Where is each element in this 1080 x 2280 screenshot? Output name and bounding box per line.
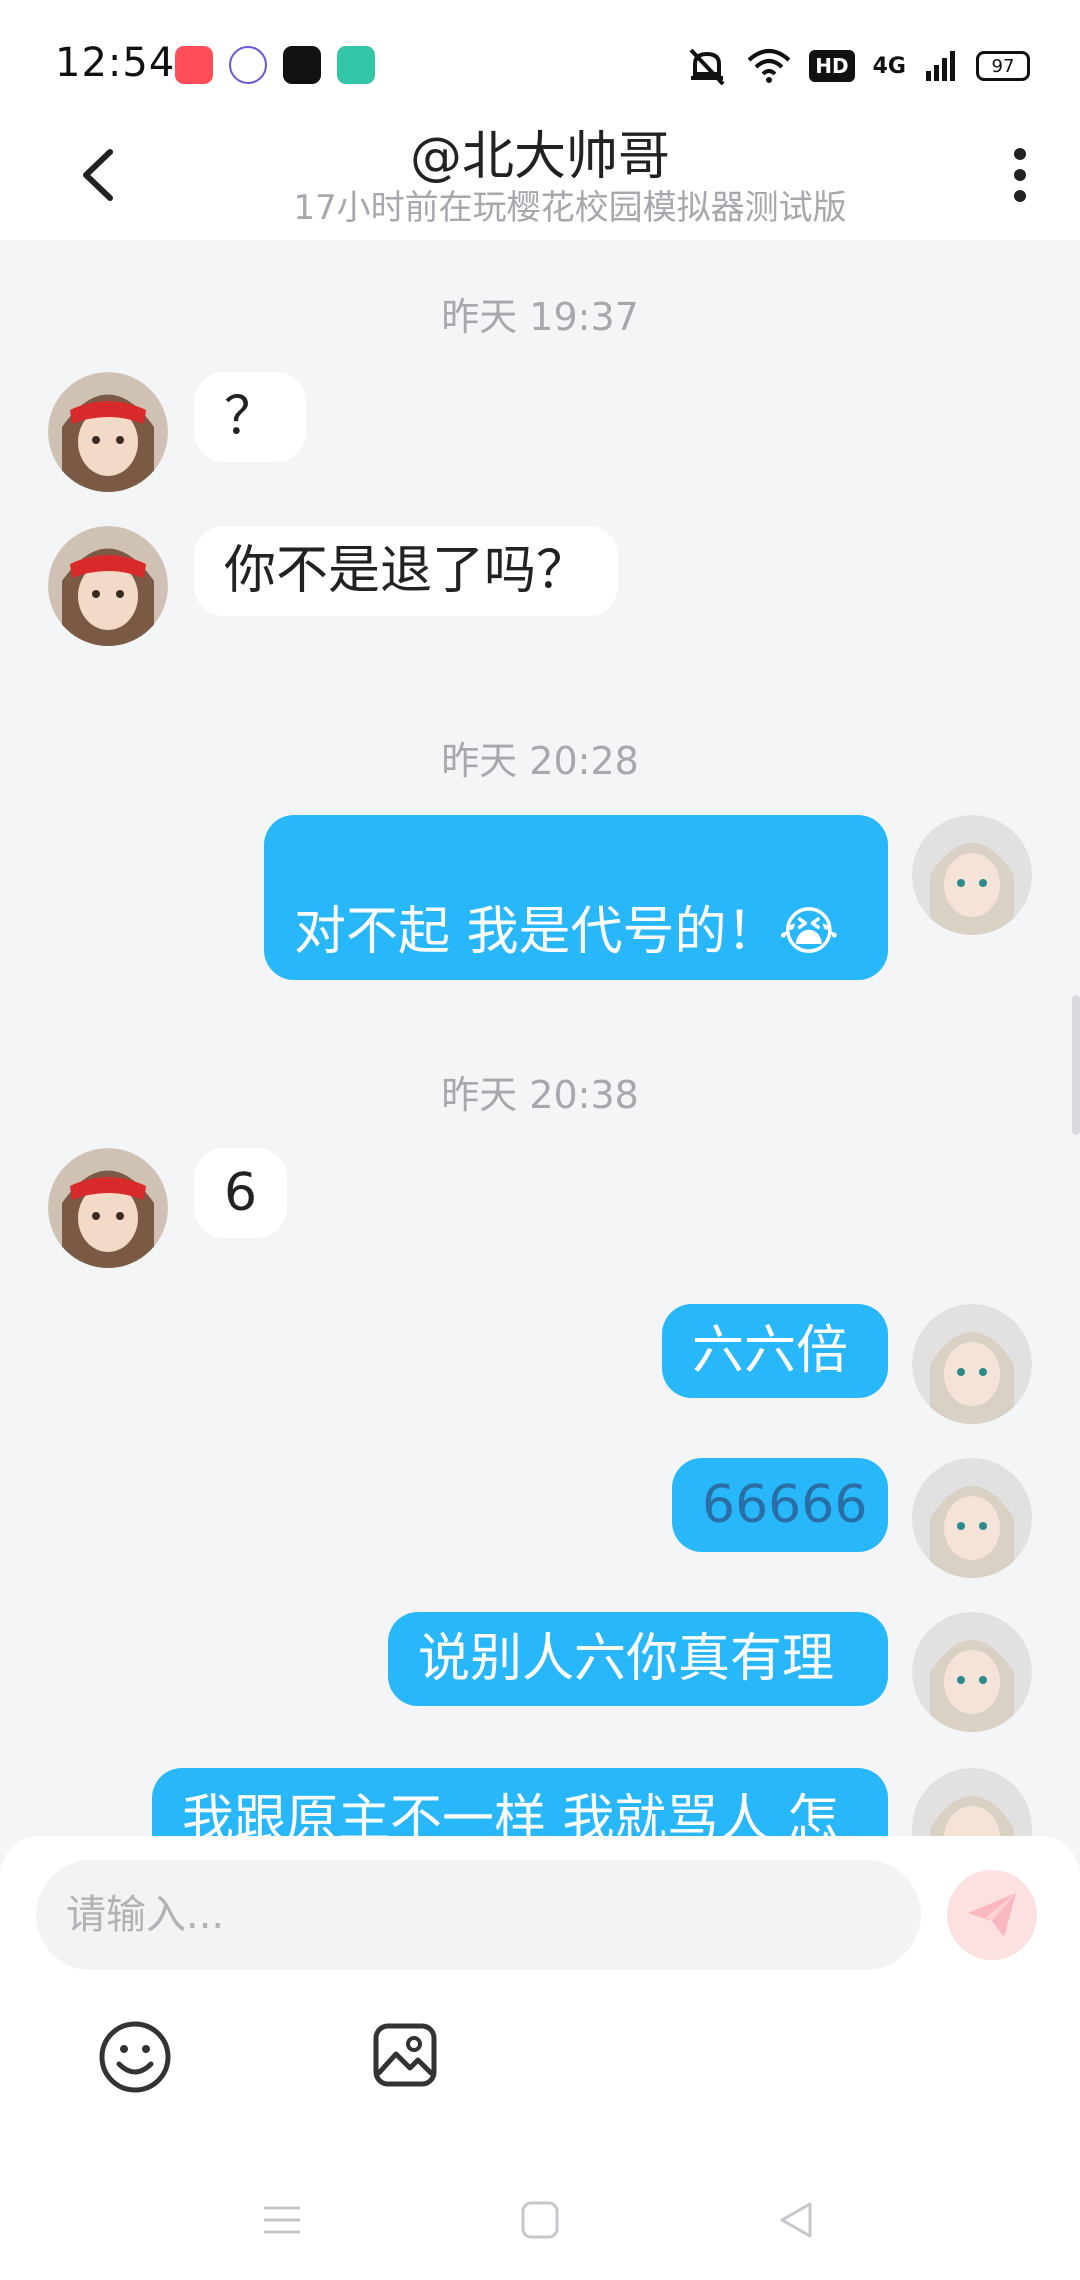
message-bubble-incoming[interactable]: 你不是退了吗？ <box>194 526 619 616</box>
message-input[interactable] <box>36 1860 921 1970</box>
battery-level: 97 <box>991 55 1015 77</box>
message-bubble-outgoing[interactable]: 我跟原主不一样 我就骂人 怎 <box>152 1768 888 1840</box>
system-nav-bar <box>0 2160 1080 2280</box>
chat-app-icon <box>337 46 375 84</box>
nav-home-button[interactable] <box>520 2200 560 2244</box>
menu-icon <box>264 2206 300 2234</box>
square-icon <box>521 2201 559 2239</box>
image-icon <box>373 2023 437 2087</box>
kuaishou-app-icon <box>175 46 213 84</box>
message-list[interactable]: 昨天 19:37 ？ 你不是退了吗？ 昨天 20:28 对不起 我是代号的！😭 <box>0 240 1080 1840</box>
nav-menu-button[interactable] <box>262 2200 302 2244</box>
network-type: 4G <box>872 53 906 79</box>
more-vertical-icon <box>1014 148 1026 202</box>
nav-back-button[interactable] <box>776 2200 816 2244</box>
avatar[interactable] <box>48 372 168 492</box>
avatar[interactable] <box>912 815 1032 935</box>
avatar[interactable] <box>48 1148 168 1268</box>
chat-subtitle: 17小时前在玩樱花校园模拟器测试版 <box>293 188 847 228</box>
status-indicators: HD 4G 97 <box>685 46 1030 86</box>
avatar[interactable] <box>912 1458 1032 1578</box>
scroll-indicator[interactable] <box>1072 995 1080 1135</box>
signal-icon <box>926 51 955 81</box>
paper-plane-icon <box>968 1893 1016 1937</box>
smiley-icon <box>99 2021 171 2093</box>
notification-app-icons <box>175 46 375 84</box>
message-bubble-outgoing[interactable]: 六六倍 <box>662 1304 888 1398</box>
triangle-back-icon <box>780 2202 812 2238</box>
hd-badge: HD <box>809 50 855 82</box>
send-button[interactable] <box>947 1870 1037 1960</box>
chat-header: @北大帅哥 17小时前在玩樱花校园模拟器测试版 <box>0 110 1080 240</box>
emoji-button[interactable] <box>98 2020 172 2094</box>
message-bubble-incoming[interactable]: ？ <box>194 372 307 462</box>
timestamp: 昨天 20:28 <box>441 739 639 783</box>
message-bubble-outgoing[interactable]: 对不起 我是代号的！😭 <box>264 815 888 980</box>
wifi-icon <box>747 49 791 83</box>
image-button[interactable] <box>370 2020 440 2090</box>
status-time: 12:54 <box>55 40 176 86</box>
mute-bell-icon <box>689 48 725 86</box>
browser-app-icon <box>229 46 267 84</box>
avatar[interactable] <box>912 1612 1032 1732</box>
message-bubble-outgoing[interactable]: 66666 <box>672 1458 888 1552</box>
avatar[interactable] <box>48 526 168 646</box>
battery-icon: 97 <box>976 51 1030 81</box>
timestamp: 昨天 20:38 <box>441 1073 639 1117</box>
chat-title: @北大帅哥 <box>409 127 670 187</box>
avatar[interactable] <box>912 1768 1032 1840</box>
timestamp: 昨天 19:37 <box>441 295 639 339</box>
more-options-button[interactable] <box>990 140 1050 210</box>
message-bubble-outgoing[interactable]: 说别人六你真有理 <box>388 1612 888 1706</box>
avatar[interactable] <box>912 1304 1032 1424</box>
message-bubble-incoming[interactable]: 6 <box>194 1148 288 1238</box>
tiktok-app-icon <box>283 46 321 84</box>
